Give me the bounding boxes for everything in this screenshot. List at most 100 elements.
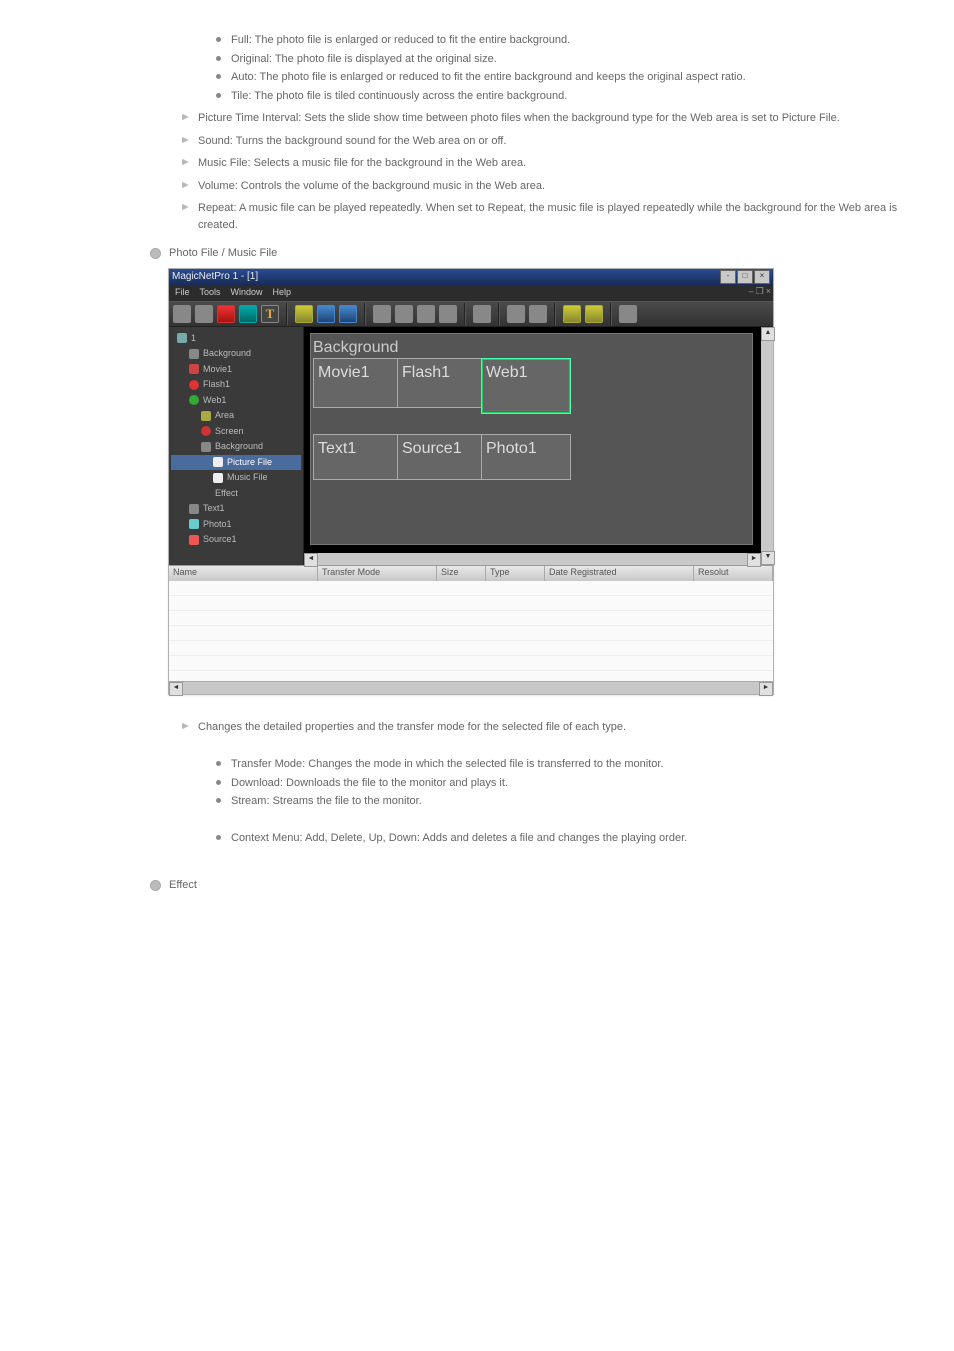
toolbar-sep-1 bbox=[286, 303, 288, 325]
flash-icon bbox=[189, 380, 199, 390]
background-frame: Background Movie1Flash1Web1Text1Source1P… bbox=[310, 333, 753, 545]
dot-icon bbox=[216, 835, 221, 840]
tool-icon-8[interactable] bbox=[373, 305, 391, 323]
tree-item-label: Source1 bbox=[203, 533, 237, 547]
canvas-box[interactable]: Photo1 bbox=[481, 434, 571, 480]
arrow-icon bbox=[182, 114, 188, 120]
table-column-header[interactable]: Type bbox=[486, 566, 545, 581]
tool-text-icon[interactable]: T bbox=[261, 305, 279, 323]
folder-icon bbox=[177, 333, 187, 343]
tree-item-label: Background bbox=[215, 440, 263, 454]
tool-icon-13[interactable] bbox=[507, 305, 525, 323]
arrow-item: Picture Time Interval: Sets the slide sh… bbox=[180, 110, 930, 127]
tree-item[interactable]: Area bbox=[171, 408, 301, 424]
tool-icon-9[interactable] bbox=[395, 305, 413, 323]
table-column-header[interactable]: Transfer Mode bbox=[318, 566, 437, 581]
maximize-button[interactable]: □ bbox=[737, 270, 753, 284]
tool-icon-5[interactable] bbox=[295, 305, 313, 323]
tree-item[interactable]: Movie1 bbox=[171, 362, 301, 378]
minimize-button[interactable]: - bbox=[720, 270, 736, 284]
scroll-left-icon[interactable]: ◄ bbox=[304, 553, 318, 567]
canvas-box[interactable]: Flash1 bbox=[397, 358, 487, 408]
tool-icon-redo[interactable] bbox=[585, 305, 603, 323]
file-table-body bbox=[169, 581, 773, 681]
titlebar-text: MagicNetPro 1 - [1] bbox=[172, 269, 258, 284]
vscrollbar[interactable]: ▲ ▼ bbox=[761, 327, 773, 565]
bg-icon bbox=[201, 442, 211, 452]
tree-item[interactable]: Background bbox=[171, 346, 301, 362]
bullet-text: Original: The photo file is displayed at… bbox=[231, 51, 497, 68]
tree-item[interactable]: Effect bbox=[171, 486, 301, 502]
menubar: File Tools Window Help – ❐ × bbox=[169, 285, 773, 301]
gray-icon bbox=[201, 488, 211, 498]
tree-item[interactable]: Music File bbox=[171, 470, 301, 486]
tree-item[interactable]: Web1 bbox=[171, 393, 301, 409]
child-restore-icon[interactable]: ❐ bbox=[756, 285, 764, 299]
arrow-icon bbox=[182, 723, 188, 729]
table-column-header[interactable]: Resolut bbox=[694, 566, 773, 581]
scroll-up-icon[interactable]: ▲ bbox=[761, 327, 775, 341]
table-column-header[interactable]: Size bbox=[437, 566, 486, 581]
tool-icon-undo[interactable] bbox=[563, 305, 581, 323]
menu-window[interactable]: Window bbox=[231, 286, 263, 300]
tree-item[interactable]: 1 bbox=[171, 331, 301, 347]
bullet-item: Tile: The photo file is tiled continuous… bbox=[216, 88, 930, 105]
tree-item[interactable]: Photo1 bbox=[171, 517, 301, 533]
photo-icon bbox=[189, 519, 199, 529]
tool-icon-4[interactable] bbox=[239, 305, 257, 323]
scroll-right-icon[interactable]: ► bbox=[747, 553, 761, 567]
table-scroll-right-icon[interactable]: ► bbox=[759, 682, 773, 696]
area-icon bbox=[201, 411, 211, 421]
child-minimize-icon[interactable]: – bbox=[749, 285, 754, 299]
tool-icon-2[interactable] bbox=[195, 305, 213, 323]
table-hscrollbar[interactable]: ◄ ► bbox=[169, 681, 773, 694]
close-button[interactable]: × bbox=[754, 270, 770, 284]
menu-help[interactable]: Help bbox=[273, 286, 292, 300]
bullet-text: Transfer Mode: Changes the mode in which… bbox=[231, 756, 663, 773]
arrow-text: Sound: Turns the background sound for th… bbox=[198, 133, 506, 150]
hscrollbar[interactable]: ◄ ► bbox=[304, 553, 761, 565]
tool-icon-6[interactable] bbox=[317, 305, 335, 323]
arrow-item: Sound: Turns the background sound for th… bbox=[180, 133, 930, 150]
tool-icon-12[interactable] bbox=[473, 305, 491, 323]
bullet-text: Full: The photo file is enlarged or redu… bbox=[231, 32, 570, 49]
scroll-down-icon[interactable]: ▼ bbox=[761, 551, 775, 565]
bullet-text: Tile: The photo file is tiled continuous… bbox=[231, 88, 567, 105]
tree-item[interactable]: Picture File bbox=[171, 455, 301, 471]
dot-icon bbox=[216, 93, 221, 98]
movie-icon bbox=[189, 364, 199, 374]
arrow-text: Music File: Selects a music file for the… bbox=[198, 155, 526, 172]
tool-icon-7[interactable] bbox=[339, 305, 357, 323]
tree-item[interactable]: Screen bbox=[171, 424, 301, 440]
tree-item[interactable]: Source1 bbox=[171, 532, 301, 548]
tree-item-label: Photo1 bbox=[203, 518, 232, 532]
tree-item[interactable]: Text1 bbox=[171, 501, 301, 517]
changes-text: Changes the detailed properties and the … bbox=[198, 719, 626, 736]
tool-icon-3[interactable] bbox=[217, 305, 235, 323]
table-column-header[interactable]: Name bbox=[169, 566, 318, 581]
tool-icon-1[interactable] bbox=[173, 305, 191, 323]
tool-icon-15[interactable] bbox=[619, 305, 637, 323]
tool-icon-10[interactable] bbox=[417, 305, 435, 323]
section-circle-icon bbox=[150, 248, 161, 259]
toolbar-sep-6 bbox=[610, 303, 612, 325]
child-close-icon[interactable]: × bbox=[766, 285, 771, 299]
canvas-box[interactable]: Web1 bbox=[481, 358, 571, 414]
tree-item[interactable]: Flash1 bbox=[171, 377, 301, 393]
canvas-box[interactable]: Movie1 bbox=[313, 358, 403, 408]
tool-icon-11[interactable] bbox=[439, 305, 457, 323]
app-screenshot: MagicNetPro 1 - [1] - □ × File Tools Win… bbox=[168, 268, 774, 695]
screen-icon bbox=[201, 426, 211, 436]
table-column-header[interactable]: Date Registrated bbox=[545, 566, 694, 581]
table-scroll-left-icon[interactable]: ◄ bbox=[169, 682, 183, 696]
tool-icon-14[interactable] bbox=[529, 305, 547, 323]
menu-file[interactable]: File bbox=[175, 286, 190, 300]
titlebar: MagicNetPro 1 - [1] - □ × bbox=[169, 269, 773, 285]
arrow-item: Repeat: A music file can be played repea… bbox=[180, 200, 930, 233]
canvas-box[interactable]: Source1 bbox=[397, 434, 487, 480]
dot-icon bbox=[216, 780, 221, 785]
canvas-box[interactable]: Text1 bbox=[313, 434, 403, 480]
toolbar-sep-3 bbox=[464, 303, 466, 325]
tree-item[interactable]: Background bbox=[171, 439, 301, 455]
menu-tools[interactable]: Tools bbox=[200, 286, 221, 300]
